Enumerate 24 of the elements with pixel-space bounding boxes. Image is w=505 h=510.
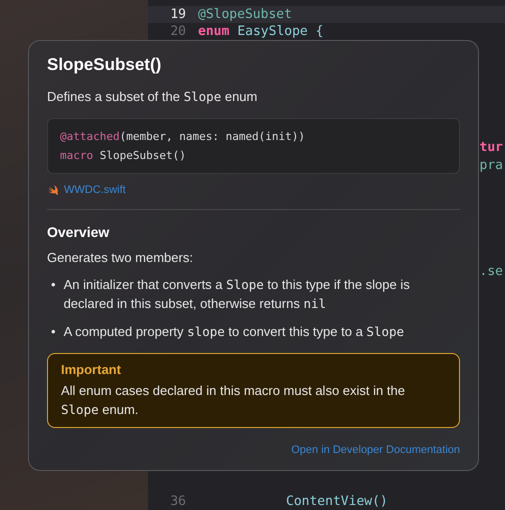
- documentation-link[interactable]: Open in Developer Documentation: [291, 444, 460, 456]
- code-text: pra: [480, 158, 503, 173]
- code-text: enum: [198, 24, 230, 39]
- declaration-code: @attached(member, names: named(init)) macro SlopeSubset(): [47, 118, 460, 174]
- code-text: ContentView(): [286, 494, 388, 509]
- code-text: tur: [480, 140, 503, 155]
- line-number: 36: [169, 494, 187, 509]
- bullet-text: An initializer that converts a Slope to this type if the slope is declared in this subset, otherwise returns nil: [64, 276, 411, 313]
- intro-text: Generates two members:: [47, 249, 194, 267]
- summary-text: Defines a subset of the Slope enum: [47, 88, 258, 106]
- line-number: 20: [169, 24, 187, 39]
- bullet-marker: •: [51, 323, 56, 341]
- code-text: EasySlope {: [237, 24, 324, 39]
- callout-title: Important: [61, 362, 122, 377]
- code-text: @SlopeSubset: [198, 7, 292, 22]
- code-text: .se: [480, 264, 503, 279]
- callout-text: All enum cases declared in this macro must also exist in the Slope enum.: [61, 382, 406, 419]
- line-number: 19: [169, 7, 187, 22]
- source-file-link[interactable]: WWDC.swift: [64, 184, 126, 196]
- bullet-text: A computed property slope to convert this type to a Slope: [64, 323, 404, 341]
- swift-icon: [47, 184, 59, 196]
- section-heading: Overview: [47, 224, 110, 240]
- bullet-marker: •: [51, 276, 56, 294]
- symbol-title: SlopeSubset(): [47, 55, 162, 75]
